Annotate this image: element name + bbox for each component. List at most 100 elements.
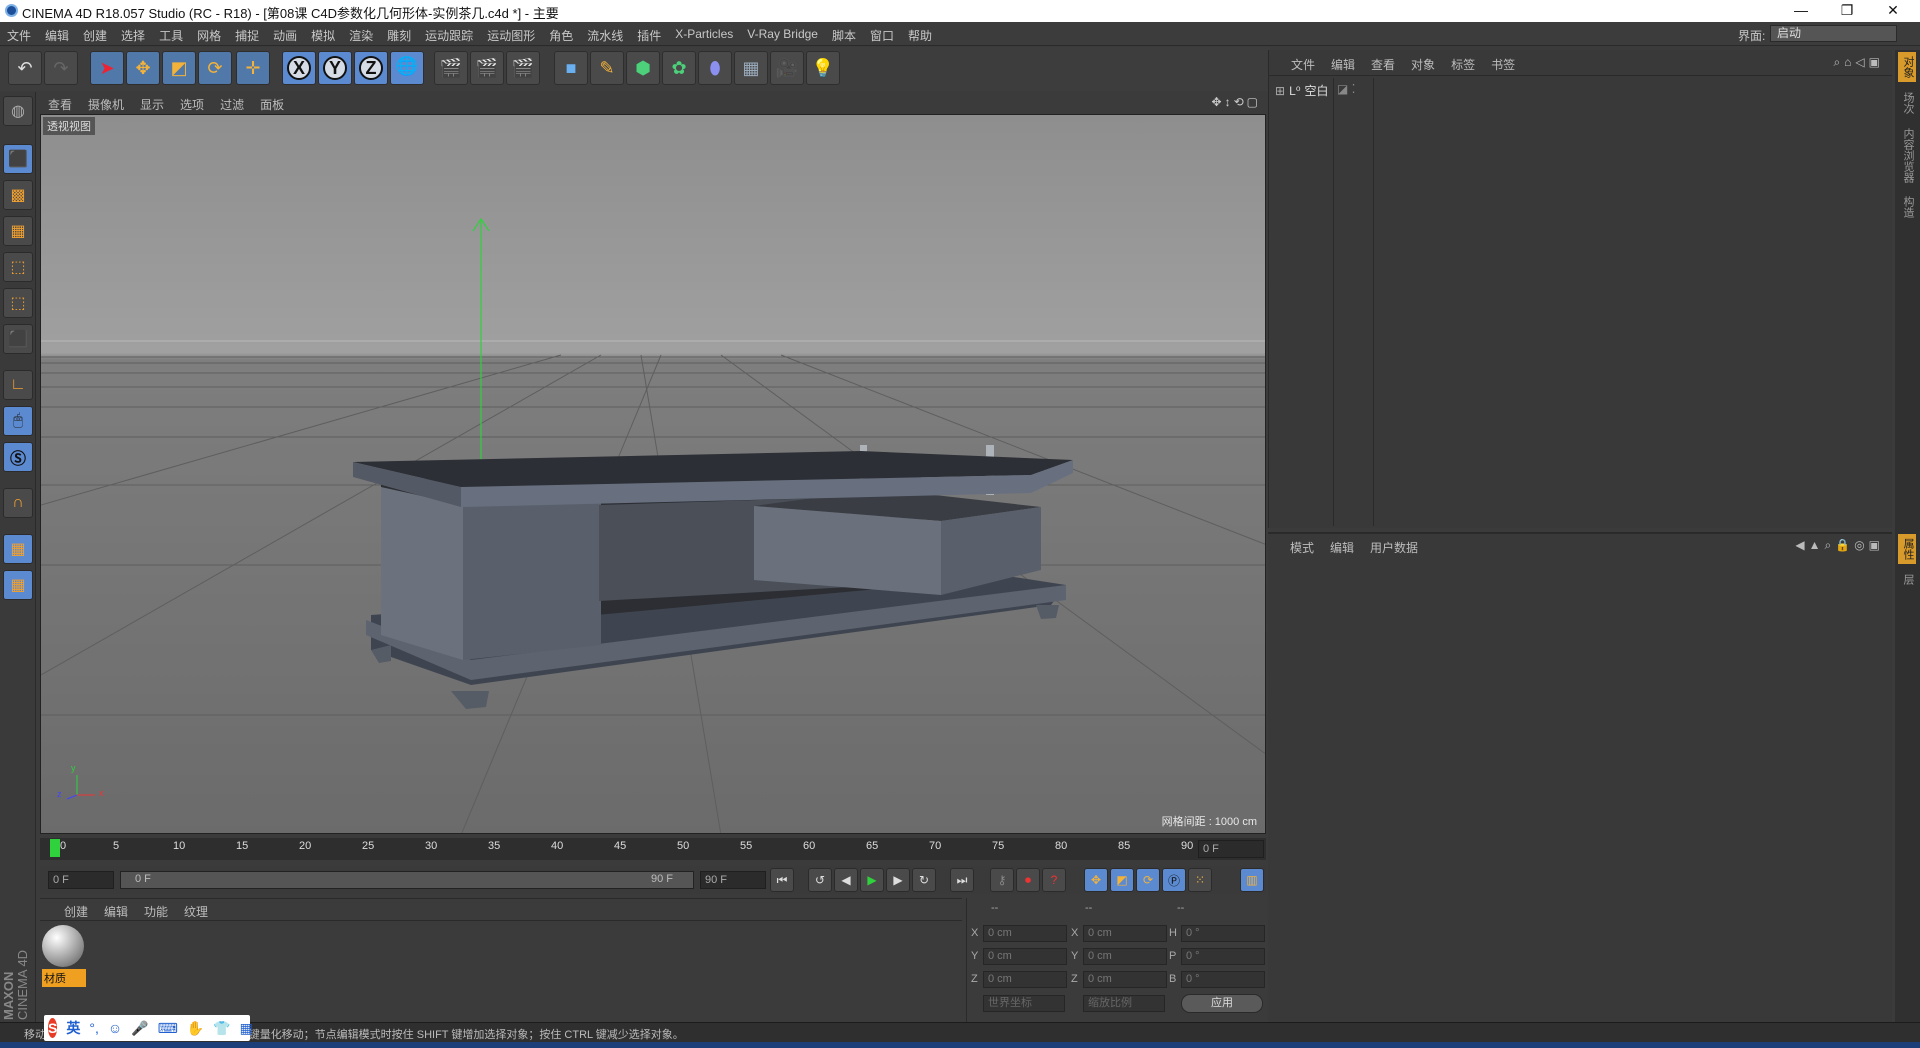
menu-grid-icon[interactable]: ▦ — [240, 1020, 253, 1037]
viewport-menu-panel[interactable]: 面板 — [252, 94, 292, 113]
skin-icon[interactable]: 👕 — [213, 1020, 230, 1037]
attribute-menu-mode[interactable]: 模式 — [1282, 534, 1322, 561]
camera-button[interactable]: 🎥 — [770, 51, 804, 85]
menu-x-particles[interactable]: X-Particles — [668, 22, 740, 46]
points-mode-button[interactable]: ⬚ — [3, 252, 33, 282]
keyframe-selection-button[interactable]: ? — [1042, 868, 1066, 892]
play-button[interactable]: ▶ — [860, 868, 884, 892]
menu-vray-bridge[interactable]: V-Ray Bridge — [740, 22, 825, 46]
object-menu-bookmarks[interactable]: 书签 — [1483, 50, 1523, 79]
rot-b-field[interactable]: 0 ° — [1181, 971, 1265, 988]
pos-x-field[interactable]: 0 cm — [983, 925, 1067, 942]
pos-z-field[interactable]: 0 cm — [983, 971, 1067, 988]
key-scale-button[interactable]: ◩ — [1110, 868, 1134, 892]
snap-button[interactable]: ∩ — [3, 488, 33, 518]
menu-render[interactable]: 渲染 — [342, 22, 380, 46]
polygons-mode-button[interactable]: ⬛ — [3, 324, 33, 354]
rot-h-field[interactable]: 0 ° — [1181, 925, 1265, 942]
viewport-nav-icons[interactable]: ✥↕⟲▢ — [1212, 95, 1261, 109]
key-pla-button[interactable]: ⁙ — [1188, 868, 1212, 892]
tab-content-browser[interactable]: 内容浏览器 — [1898, 124, 1916, 187]
menu-animate[interactable]: 动画 — [266, 22, 304, 46]
record-keys-button[interactable]: ⚷ — [990, 868, 1014, 892]
start-frame-field[interactable]: 0 F — [48, 871, 114, 889]
microphone-icon[interactable]: 🎤 — [131, 1020, 148, 1037]
material-menu-create[interactable]: 创建 — [40, 899, 96, 924]
object-row-null[interactable]: ⊞ L⁰ 空白 — [1275, 82, 1329, 99]
cube-button[interactable]: ■ — [554, 51, 588, 85]
restore-button[interactable]: ❐ — [1824, 0, 1870, 22]
object-menu-file[interactable]: 文件 — [1283, 50, 1323, 79]
key-parameter-button[interactable]: Ⓟ — [1162, 868, 1186, 892]
model-mode-button[interactable]: ⬛ — [3, 144, 33, 174]
light-button[interactable]: 💡 — [806, 51, 840, 85]
next-frame-button[interactable]: ▶ — [886, 868, 910, 892]
key-rotation-button[interactable]: ⟳ — [1136, 868, 1160, 892]
transform-tool-button[interactable]: ✛ — [236, 51, 270, 85]
coordinate-system-button[interactable]: 🌐 — [390, 51, 424, 85]
keyboard-icon[interactable]: ⌨ — [158, 1020, 178, 1037]
toolbox-icon[interactable]: ✋ — [187, 1020, 204, 1037]
menu-edit[interactable]: 编辑 — [38, 22, 76, 46]
menu-character[interactable]: 角色 — [542, 22, 580, 46]
frame-range-slider[interactable]: 0 F 90 F — [120, 871, 694, 889]
object-search-icons[interactable]: ⌕⌂◁▣ — [1833, 55, 1884, 70]
subdivision-button[interactable]: ⬢ — [626, 51, 660, 85]
viewport-menu-options[interactable]: 选项 — [172, 94, 212, 113]
make-editable-button[interactable]: ◍ — [3, 96, 33, 126]
previous-frame-button[interactable]: ◀ — [834, 868, 858, 892]
material-menu-texture[interactable]: 纹理 — [176, 899, 216, 924]
menu-help[interactable]: 帮助 — [901, 22, 939, 46]
texture-mode-button[interactable]: ▩ — [3, 180, 33, 210]
move-tool-button[interactable]: ✥ — [126, 51, 160, 85]
tab-takes[interactable]: 场次 — [1898, 88, 1916, 118]
menu-plugins[interactable]: 插件 — [630, 22, 668, 46]
menu-create[interactable]: 创建 — [76, 22, 114, 46]
material-menu-function[interactable]: 功能 — [136, 899, 176, 924]
close-button[interactable]: ✕ — [1870, 0, 1916, 22]
playhead[interactable] — [50, 839, 60, 857]
size-z-field[interactable]: 0 cm — [1083, 971, 1167, 988]
tweak-mode-button[interactable]: 🖱 — [3, 406, 33, 436]
object-menu-objects[interactable]: 对象 — [1403, 50, 1443, 79]
apply-button[interactable]: 应用 — [1181, 994, 1263, 1013]
object-menu-tags[interactable]: 标签 — [1443, 50, 1483, 79]
emoji-icon[interactable]: ☺ — [108, 1020, 122, 1036]
z-axis-lock-button[interactable]: Z — [354, 51, 388, 85]
menu-script[interactable]: 脚本 — [825, 22, 863, 46]
viewport-menu-display[interactable]: 显示 — [132, 94, 172, 113]
menu-select[interactable]: 选择 — [114, 22, 152, 46]
cloner-button[interactable]: ✿ — [662, 51, 696, 85]
floor-button[interactable]: ▦ — [734, 51, 768, 85]
current-frame-field[interactable]: 0 F — [1198, 840, 1264, 858]
undo-button[interactable]: ↶ — [8, 51, 42, 85]
viewport-menu-filter[interactable]: 过滤 — [212, 94, 252, 113]
menu-window[interactable]: 窗口 — [863, 22, 901, 46]
tab-attributes[interactable]: 属性 — [1898, 534, 1916, 564]
viewport-menu-view[interactable]: 查看 — [40, 94, 80, 113]
menu-pipeline[interactable]: 流水线 — [580, 22, 630, 46]
previous-key-button[interactable]: ↺ — [808, 868, 832, 892]
menu-snap[interactable]: 捕捉 — [228, 22, 266, 46]
next-key-button[interactable]: ↻ — [912, 868, 936, 892]
rot-p-field[interactable]: 0 ° — [1181, 948, 1265, 965]
rotate-tool-button[interactable]: ⟳ — [198, 51, 232, 85]
minimize-button[interactable]: — — [1778, 0, 1824, 22]
pen-button[interactable]: ✎ — [590, 51, 624, 85]
attribute-nav-icons[interactable]: ◀▲⌕🔒◎▣ — [1795, 538, 1884, 553]
tab-objects[interactable]: 对象 — [1898, 52, 1916, 82]
attribute-menu-userdata[interactable]: 用户数据 — [1362, 534, 1426, 561]
live-select-button[interactable]: ➤ — [90, 51, 124, 85]
timeline-window-button[interactable]: ▥ — [1240, 868, 1264, 892]
key-position-button[interactable]: ✥ — [1084, 868, 1108, 892]
menu-mesh[interactable]: 网格 — [190, 22, 228, 46]
menu-sculpt[interactable]: 雕刻 — [380, 22, 418, 46]
deformer-button[interactable]: ⬮ — [698, 51, 732, 85]
tab-structure[interactable]: 构造 — [1898, 192, 1916, 222]
ime-language[interactable]: 英 — [66, 1018, 80, 1038]
menu-file[interactable]: 文件 — [0, 22, 38, 46]
object-menu-edit[interactable]: 编辑 — [1323, 50, 1363, 79]
go-to-end-button[interactable]: ⏭ — [950, 868, 974, 892]
go-to-start-button[interactable]: ⏮ — [770, 868, 794, 892]
material-menu-edit[interactable]: 编辑 — [96, 899, 136, 924]
